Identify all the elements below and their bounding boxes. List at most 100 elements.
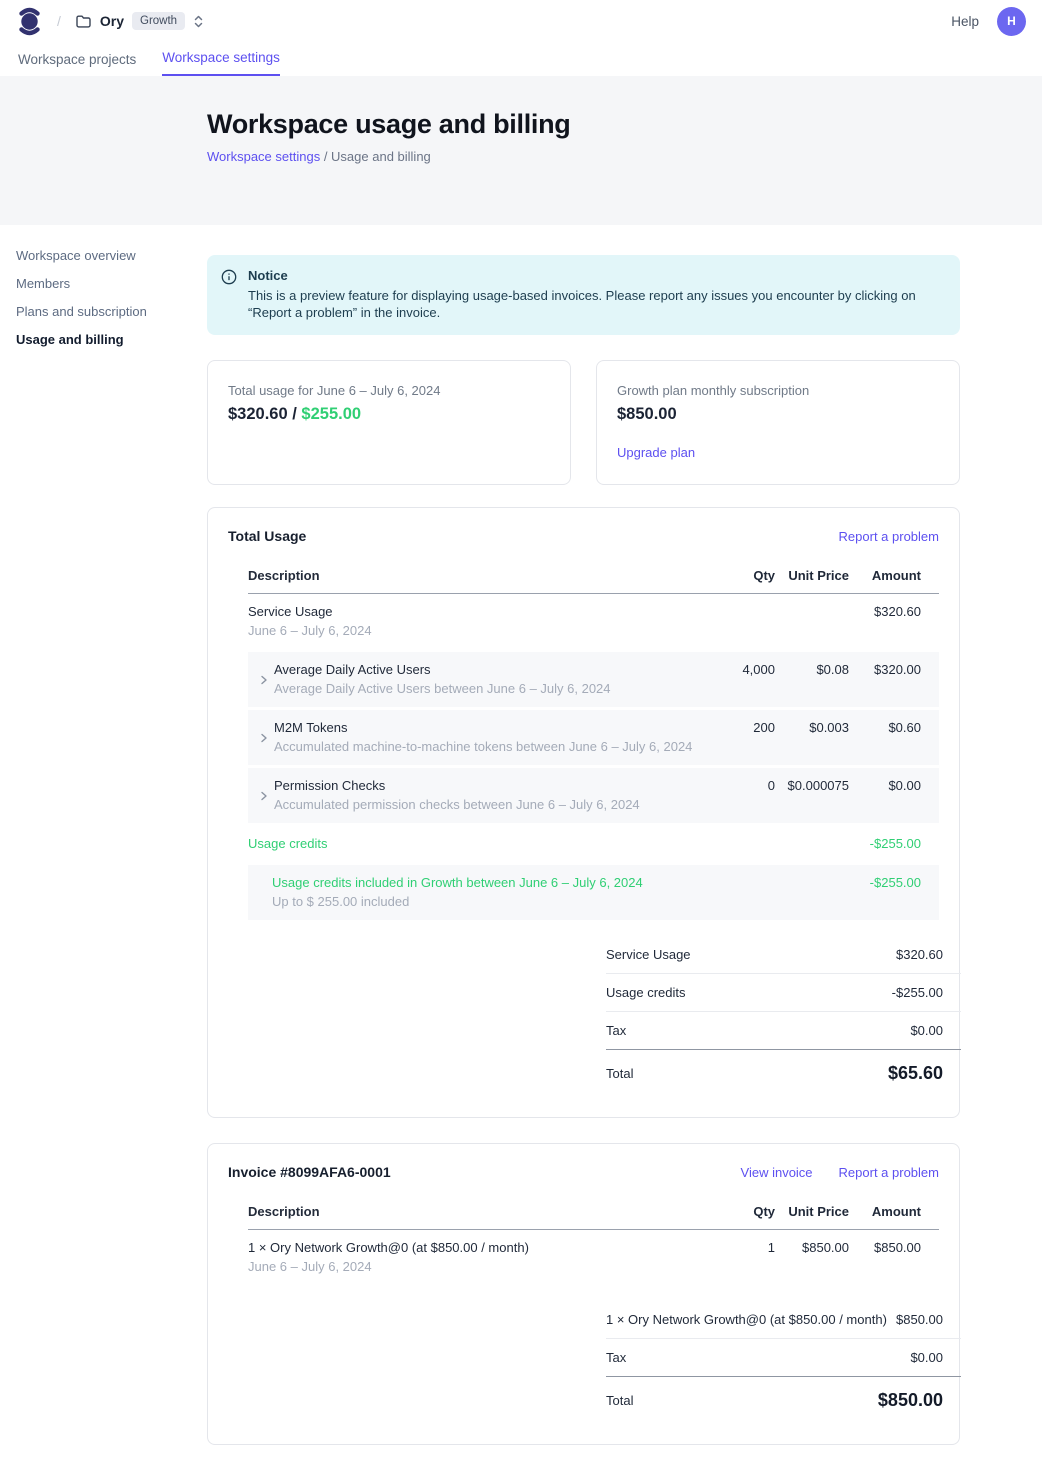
total-value: $65.60: [888, 1063, 961, 1084]
summary-row-tax: Tax $0.00: [606, 1339, 961, 1377]
summary-value: $0.00: [910, 1350, 961, 1365]
workspace-switcher[interactable]: Ory Growth: [75, 12, 204, 30]
column-amount: Amount: [849, 568, 939, 583]
row-subtitle: Accumulated machine-to-machine tokens be…: [274, 739, 692, 755]
usage-used-amount: $320.60: [228, 405, 288, 423]
table-row-m2m-tokens: M2M Tokens Accumulated machine-to-machin…: [248, 710, 939, 765]
summary-row-total: Total $65.60: [606, 1050, 961, 1095]
breadcrumb-current: Usage and billing: [331, 149, 431, 164]
row-amount: $320.00: [849, 662, 939, 697]
row-subtitle: June 6 – July 6, 2024: [248, 1259, 529, 1275]
invoice-summary: 1 × Ory Network Growth@0 (at $850.00 / m…: [606, 1301, 961, 1422]
row-amount: $0.00: [849, 778, 939, 813]
row-subtitle: Average Daily Active Users between June …: [274, 681, 611, 697]
invoice-title: Invoice #8099AFA6-0001: [228, 1164, 391, 1180]
usage-report-problem-link[interactable]: Report a problem: [839, 529, 939, 544]
table-row-permission-checks: Permission Checks Accumulated permission…: [248, 768, 939, 823]
summary-label: Service Usage: [606, 947, 691, 962]
row-unit-price: $0.000075: [775, 778, 849, 813]
upgrade-plan-link[interactable]: Upgrade plan: [617, 445, 695, 460]
breadcrumb-divider: /: [320, 149, 331, 164]
notice-banner: Notice This is a preview feature for dis…: [207, 255, 960, 335]
plan-card-label: Growth plan monthly subscription: [617, 383, 939, 398]
row-subtitle: Up to $ 255.00 included: [272, 894, 643, 910]
sidebar-item-workspace-overview[interactable]: Workspace overview: [16, 248, 207, 263]
row-title: Service Usage: [248, 604, 372, 620]
usage-table: Description Qty Unit Price Amount Servic…: [248, 558, 939, 1095]
summary-row-total: Total $850.00: [606, 1377, 961, 1422]
summary-label: Tax: [606, 1023, 626, 1038]
breadcrumb: Workspace settings / Usage and billing: [207, 149, 1042, 164]
column-unit-price: Unit Price: [775, 1204, 849, 1219]
row-unit-price: [775, 604, 849, 639]
sidebar-item-members[interactable]: Members: [16, 276, 207, 291]
summary-value: $320.60: [896, 947, 961, 962]
summary-row-tax: Tax $0.00: [606, 1012, 961, 1050]
expand-chevron-icon[interactable]: [248, 720, 274, 755]
row-qty: 4,000: [705, 662, 775, 697]
summary-row-service-usage: Service Usage $320.60: [606, 936, 961, 974]
view-invoice-link[interactable]: View invoice: [741, 1165, 813, 1180]
tab-workspace-projects[interactable]: Workspace projects: [18, 52, 136, 76]
summary-label: 1 × Ory Network Growth@0 (at $850.00 / m…: [606, 1312, 887, 1327]
sidebar-item-plans-and-subscription[interactable]: Plans and subscription: [16, 304, 207, 319]
table-row-service-usage: Service Usage June 6 – July 6, 2024 $320…: [248, 594, 939, 649]
breadcrumb-link-workspace-settings[interactable]: Workspace settings: [207, 149, 320, 164]
plan-subscription-card: Growth plan monthly subscription $850.00…: [596, 360, 960, 485]
workspace-tabbar: Workspace projects Workspace settings: [0, 42, 1042, 76]
column-qty: Qty: [705, 568, 775, 583]
expand-chevron-icon[interactable]: [248, 662, 274, 697]
row-title: Permission Checks: [274, 778, 640, 794]
page-header: Workspace usage and billing Workspace se…: [0, 76, 1042, 225]
table-row-average-daily-active-users: Average Daily Active Users Average Daily…: [248, 652, 939, 707]
row-unit-price: $0.003: [775, 720, 849, 755]
column-amount: Amount: [849, 1204, 939, 1219]
tab-workspace-settings[interactable]: Workspace settings: [162, 50, 280, 76]
breadcrumb-separator: /: [57, 13, 61, 29]
usage-table-title: Total Usage: [228, 528, 306, 544]
ory-logo-icon[interactable]: [16, 6, 43, 37]
row-title: Average Daily Active Users: [274, 662, 611, 678]
invoice-table: Description Qty Unit Price Amount 1 × Or…: [248, 1194, 939, 1422]
total-label: Total: [606, 1066, 633, 1081]
row-title: Usage credits included in Growth between…: [272, 875, 643, 891]
total-value: $850.00: [878, 1390, 961, 1411]
main-content: Notice This is a preview feature for dis…: [207, 225, 960, 1461]
notice-body: This is a preview feature for displaying…: [248, 287, 938, 321]
sidebar-item-usage-and-billing[interactable]: Usage and billing: [16, 332, 207, 347]
avatar-initial: H: [1007, 14, 1016, 28]
summary-label: Usage credits: [606, 985, 685, 1000]
settings-sidebar: Workspace overview Members Plans and sub…: [0, 225, 207, 1461]
row-title: Usage credits: [248, 836, 327, 852]
summary-value: $0.00: [910, 1023, 961, 1038]
avatar[interactable]: H: [997, 7, 1026, 36]
summary-label: Tax: [606, 1350, 626, 1365]
row-amount: -$255.00: [849, 875, 939, 910]
row-qty: 200: [705, 720, 775, 755]
row-subtitle: Accumulated permission checks between Ju…: [274, 797, 640, 813]
usage-value-separator: /: [288, 405, 302, 423]
expand-chevron-icon[interactable]: [248, 778, 274, 813]
row-title: M2M Tokens: [274, 720, 692, 736]
page-title: Workspace usage and billing: [207, 109, 1042, 140]
summary-row-invoice-line: 1 × Ory Network Growth@0 (at $850.00 / m…: [606, 1301, 961, 1339]
column-qty: Qty: [705, 1204, 775, 1219]
row-qty: [705, 836, 775, 852]
notice-content: Notice This is a preview feature for dis…: [248, 268, 938, 321]
row-unit-price: $850.00: [775, 1240, 849, 1275]
invoice-card: Invoice #8099AFA6-0001 View invoice Repo…: [207, 1143, 960, 1445]
plan-card-value: $850.00: [617, 405, 939, 424]
row-amount: -$255.00: [849, 836, 939, 852]
column-unit-price: Unit Price: [775, 568, 849, 583]
row-unit-price: [775, 875, 849, 910]
summary-value: -$255.00: [892, 985, 961, 1000]
column-description: Description: [248, 1204, 705, 1219]
invoice-report-problem-link[interactable]: Report a problem: [839, 1165, 939, 1180]
chevron-updown-icon: [193, 14, 204, 29]
row-qty: [705, 875, 775, 910]
help-link[interactable]: Help: [951, 14, 979, 29]
folder-icon: [75, 14, 92, 29]
invoice-table-header: Description Qty Unit Price Amount: [248, 1194, 939, 1230]
workspace-name: Ory: [100, 13, 124, 29]
row-title: 1 × Ory Network Growth@0 (at $850.00 / m…: [248, 1240, 529, 1256]
